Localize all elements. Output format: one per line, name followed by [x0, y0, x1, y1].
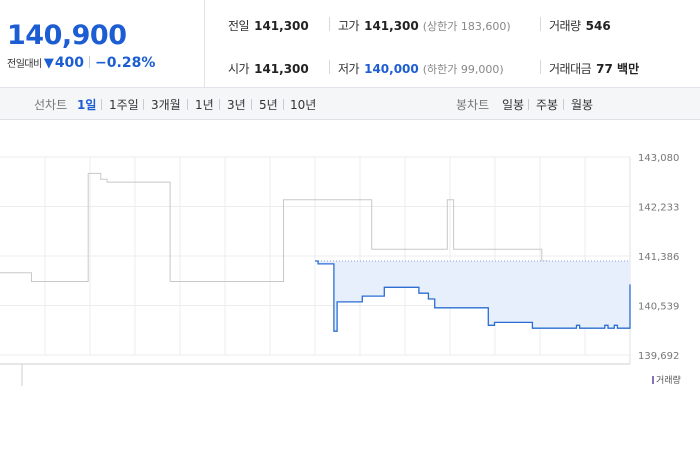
price-panel: 140,900 전일대비 ▼400 −0.28%	[0, 0, 205, 88]
volume-legend: 거래량	[652, 373, 681, 386]
candle-monthly[interactable]: 월봉	[571, 96, 593, 113]
price-chart: 143,080 142,233 141,386 140,539 139,692	[0, 153, 679, 386]
open-label: 시가	[228, 62, 250, 76]
period-5y[interactable]: 5년	[259, 96, 278, 113]
stat-amount: 거래대금 77 백만	[549, 60, 639, 77]
amount-value: 77 백만	[596, 62, 640, 76]
open-value: 141,300	[254, 62, 309, 76]
y-tick-label: 142,233	[638, 203, 679, 214]
amount-label: 거래대금	[549, 62, 592, 76]
y-tick-label: 143,080	[638, 153, 679, 164]
candle-weekly[interactable]: 주봉	[536, 96, 558, 113]
stat-low: 저가 140,000 (하한가 99,000)	[338, 60, 504, 77]
volume-legend-label: 거래량	[656, 376, 681, 386]
change-value: 400	[54, 55, 85, 71]
divider	[187, 99, 188, 110]
period-1d[interactable]: 1일	[77, 96, 96, 113]
period-1y[interactable]: 1년	[195, 96, 214, 113]
divider	[540, 60, 541, 74]
y-tick-label: 139,692	[638, 351, 679, 362]
divider	[563, 99, 564, 110]
high-value: 141,300	[364, 19, 419, 33]
stat-prev: 전일 141,300	[228, 17, 309, 34]
divider	[528, 99, 529, 110]
prev-label: 전일	[228, 19, 250, 33]
change-row: 전일대비 ▼400 −0.28%	[7, 55, 155, 71]
divider	[251, 99, 252, 110]
y-tick-label: 141,386	[638, 252, 679, 263]
divider	[540, 17, 541, 31]
y-axis-ticks: 143,080 142,233 141,386 140,539 139,692	[638, 153, 679, 362]
low-label: 저가	[338, 62, 360, 76]
volume-value: 546	[585, 19, 611, 33]
change-percent: −0.28%	[95, 55, 156, 71]
chart-toolbar: 선차트 1일 1주일 3개월 1년 3년 5년 10년 봉차트 일봉 주봉 월봉	[0, 88, 700, 120]
volume-legend-swatch	[652, 376, 654, 384]
period-10y[interactable]: 10년	[290, 96, 316, 113]
period-3y[interactable]: 3년	[227, 96, 246, 113]
candle-daily[interactable]: 일봉	[502, 96, 524, 113]
line-chart-label: 선차트	[34, 98, 68, 112]
divider	[143, 99, 144, 110]
prev-value: 141,300	[254, 19, 309, 33]
stats-panel: 전일 141,300 고가 141,300 (상한가 183,600) 거래량 546 …	[205, 0, 700, 88]
volume-label: 거래량	[549, 19, 581, 33]
high-label: 고가	[338, 19, 360, 33]
divider	[283, 99, 284, 110]
stock-quote-widget: 140,900 전일대비 ▼400 −0.28% 전일 141,300 고가 141,3…	[0, 0, 700, 450]
divider	[329, 60, 330, 74]
change-label: 전일대비	[7, 59, 42, 70]
stat-open: 시가 141,300	[228, 60, 309, 77]
divider	[101, 99, 102, 110]
down-triangle-icon: ▼	[43, 56, 54, 71]
lower-limit-note: (하한가 99,000)	[422, 63, 504, 76]
divider	[329, 17, 330, 31]
period-3m[interactable]: 3개월	[151, 96, 181, 113]
candle-chart-label: 봉차트	[456, 98, 490, 112]
low-value: 140,000	[364, 62, 419, 76]
stat-volume: 거래량 546	[549, 17, 611, 34]
y-tick-label: 140,539	[638, 302, 679, 313]
divider	[219, 99, 220, 110]
divider	[89, 56, 91, 68]
stat-high: 고가 141,300 (상한가 183,600)	[338, 17, 511, 34]
period-1w[interactable]: 1주일	[109, 96, 139, 113]
upper-limit-note: (상한가 183,600)	[422, 20, 511, 33]
current-price: 140,900	[7, 20, 127, 51]
